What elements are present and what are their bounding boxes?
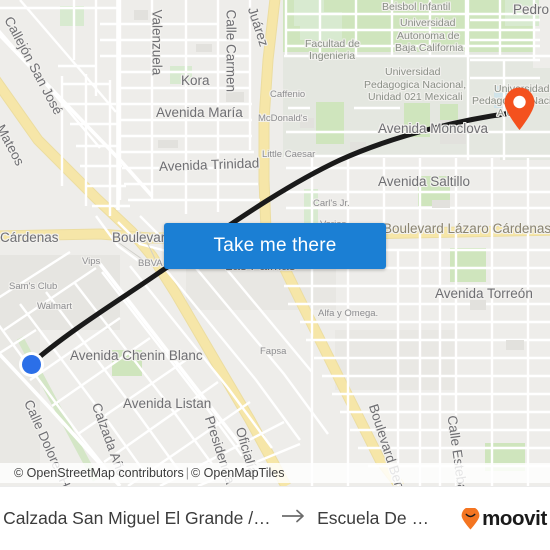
osm-attribution-link[interactable]: © OpenStreetMap contributors [14,466,184,480]
attribution-separator: | [185,466,189,480]
map-canvas[interactable]: .blk { fill:#e6e5e1; } .road { stroke:#f… [0,0,550,486]
origin-dot[interactable] [18,351,45,378]
destination-label[interactable]: Escuela De Ped... [317,508,437,529]
openmaptiles-attribution-link[interactable]: © OpenMapTiles [191,466,285,480]
take-me-there-button[interactable]: Take me there [164,223,386,269]
moovit-wordmark: moovit [482,506,547,530]
trip-summary-bar: Calzada San Miguel El Grande / ... Escue… [0,486,550,550]
arrow-right-icon [281,508,307,529]
moovit-logo[interactable]: moovit [461,507,547,531]
moovit-pin-icon [461,507,480,530]
destination-pin[interactable] [503,87,536,131]
moovit-map-screen: .blk { fill:#e6e5e1; } .road { stroke:#f… [0,0,550,550]
origin-label[interactable]: Calzada San Miguel El Grande / ... [3,508,271,529]
map-attribution: © OpenStreetMap contributors | © OpenMapTi… [0,463,550,483]
